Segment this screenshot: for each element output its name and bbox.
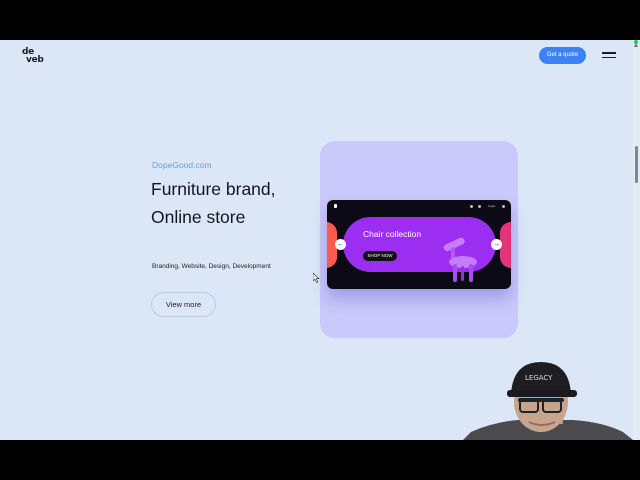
scrollbar[interactable] — [633, 40, 640, 440]
website-page: de veb Get a quote DopeGood.com Furnitur… — [0, 40, 640, 440]
get-a-quote-button[interactable]: Get a quote — [539, 47, 586, 64]
logo-line-2: veb — [26, 55, 44, 65]
letterbox-top — [0, 0, 640, 40]
carousel-next-arrow-icon: → — [491, 239, 502, 250]
letterbox-bottom — [0, 440, 640, 480]
logo[interactable]: de veb — [22, 48, 48, 65]
mockup-login-text: Login — [488, 204, 496, 208]
chair-illustration — [443, 237, 477, 282]
shop-now-button: SHOP NOW — [363, 251, 397, 261]
mockup-menu-icon — [502, 205, 505, 208]
carousel-prev-arrow-icon: ← — [335, 239, 346, 250]
mouse-cursor-icon — [313, 273, 320, 283]
hamburger-icon[interactable] — [602, 52, 616, 60]
chair-collection-banner: Chair collection SHOP NOW — [343, 217, 496, 282]
services-list: Branding, Website, Design, Development — [152, 263, 271, 270]
banner-title: Chair collection — [363, 229, 422, 239]
recording-indicator-dot — [634, 40, 638, 44]
mockup-search-icon — [470, 205, 473, 208]
scroll-thumb[interactable] — [635, 146, 638, 183]
cap-text: LEGACY — [525, 374, 553, 382]
webcam-overlay: LEGACY — [463, 362, 633, 440]
hero-title: Furniture brand, Online store — [151, 179, 276, 227]
project-url-link[interactable]: DopeGood.com — [152, 160, 212, 170]
project-showcase-card[interactable]: Login Chair collection SHOP NOW ← → — [320, 141, 518, 338]
website-mockup: Login Chair collection SHOP NOW ← → — [327, 200, 511, 289]
mockup-logo — [334, 204, 337, 208]
view-more-button[interactable]: View more — [151, 292, 216, 317]
mockup-user-icon — [478, 205, 481, 208]
